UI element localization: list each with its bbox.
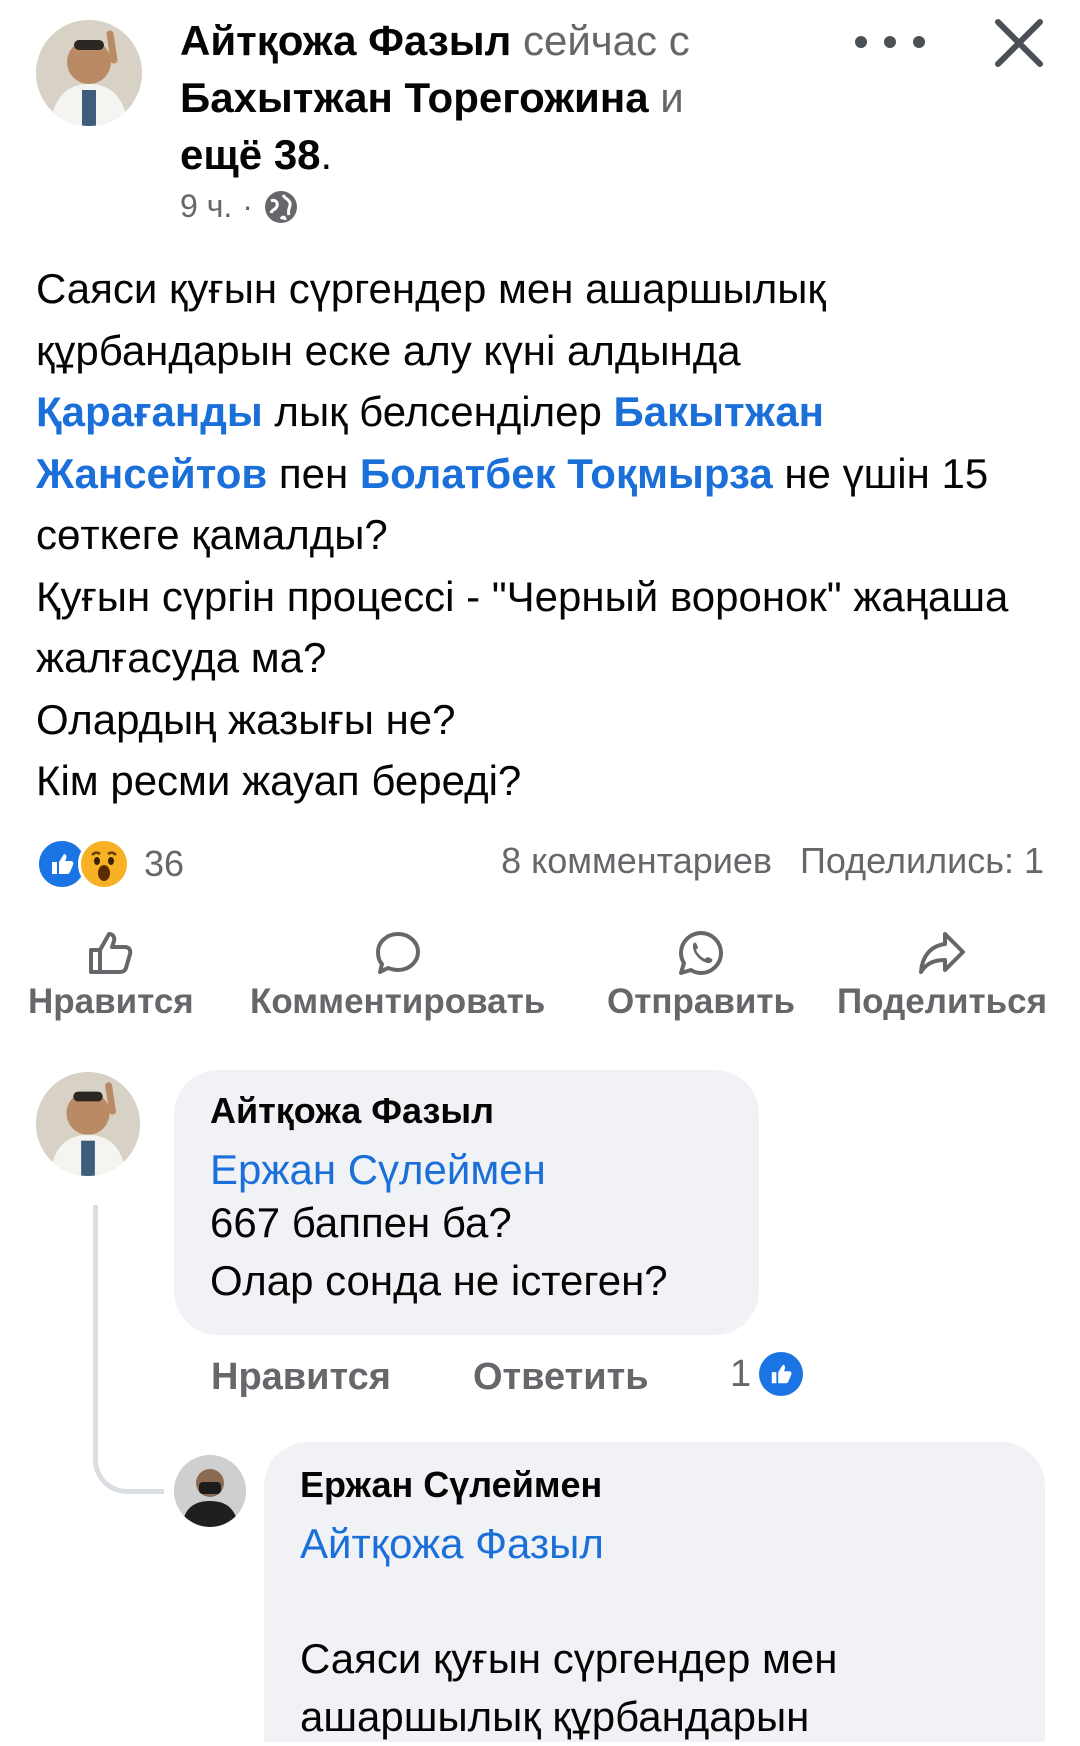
wow-reaction-icon [78,838,130,890]
mention-city[interactable]: Қарағанды [36,388,263,435]
post-line-5: Кім ресми жауап береді? [36,757,522,804]
thumbs-up-icon [88,932,133,974]
send-button[interactable]: Отправить [607,930,795,1022]
comment-mention[interactable]: Ержан Сүлеймен [210,1146,546,1194]
reply-avatar[interactable] [174,1455,246,1527]
like-label: Нравится [28,982,194,1021]
mention-person-2[interactable]: Болатбек Тоқмырза [360,450,773,497]
author-photo [36,20,142,126]
share-button[interactable]: Поделиться [837,930,1047,1022]
comment-author[interactable]: Айтқожа Фазыл [210,1090,494,1132]
reply-author[interactable]: Ержан Сүлеймен [300,1464,602,1506]
post-header: Айтқожа Фазыл сейчас с Бахытжан Торегожи… [180,12,760,183]
reply-line-2: ашаршылық құрбандарын [300,1693,810,1740]
comment-bubble[interactable]: Айтқожа Фазыл Ержан Сүлеймен 667 баппен … [174,1070,759,1335]
comment-like-count-value: 1 [730,1352,752,1395]
with-text: сейчас с [522,17,690,64]
meta-separator: · [242,188,253,224]
comment-like-button[interactable]: Нравится [211,1356,391,1399]
reaction-count: 36 [144,843,185,884]
comments-count[interactable]: 8 комментариев [501,840,772,882]
share-icon [919,932,966,974]
more-dots-icon[interactable] [855,18,925,66]
reply-thread-line [93,1205,164,1494]
like-button[interactable]: Нравится [28,930,194,1022]
globe-icon [264,190,297,223]
reply-bubble[interactable]: Ержан Сүлеймен Айтқожа Фазыл Саяси қуғын… [264,1442,1045,1742]
reactions-summary[interactable]: 36 [36,838,184,890]
reply-line-1: Саяси қуғын сүргендер мен [300,1635,838,1682]
post-line-3: Қуғын сүргін процессі - "Черный воронок"… [36,572,1009,682]
commenter-photo [36,1072,140,1176]
like-reaction-icon [759,1352,804,1396]
header-period: . [320,131,333,178]
post-body: Саяси қуғын сүргендер мен ашаршылық құрб… [36,258,1056,812]
comment-line-1: 667 баппен ба? [210,1199,512,1246]
comment-label: Комментировать [250,982,546,1021]
shares-count[interactable]: Поделились: 1 [800,840,1044,882]
and-text: и [660,74,684,121]
close-icon[interactable] [990,14,1048,72]
send-label: Отправить [607,982,796,1021]
post-line-4: Олардың жазығы не? [36,695,456,743]
reply-mention[interactable]: Айтқожа Фазыл [300,1520,604,1568]
comment-reply-button[interactable]: Ответить [473,1356,649,1399]
author-avatar[interactable] [36,20,142,126]
comment-like-count[interactable]: 1 [730,1352,804,1396]
post-line-1: Саяси қуғын сүргендер мен ашаршылық құрб… [36,265,826,374]
post-meta: 9 ч. · [180,188,299,225]
post-line-2: Қарағанды лық белсенділер Бакытжан Жансе… [36,388,989,558]
comment-line-2: Олар сонда не істеген? [210,1257,668,1304]
comment-icon [375,932,420,974]
tagged-person[interactable]: Бахытжан Торегожина [180,74,649,121]
author-name[interactable]: Айтқожа Фазыл [180,17,511,64]
replier-photo [174,1455,246,1527]
comment-avatar[interactable] [36,1072,140,1176]
post-stats: 8 комментариев Поделились: 1 [501,840,1044,882]
post-time[interactable]: 9 ч. [180,188,232,225]
whatsapp-icon [679,931,724,975]
comment-button[interactable]: Комментировать [250,930,545,1022]
share-label: Поделиться [837,982,1048,1021]
others-link[interactable]: ещё 38 [180,131,321,178]
